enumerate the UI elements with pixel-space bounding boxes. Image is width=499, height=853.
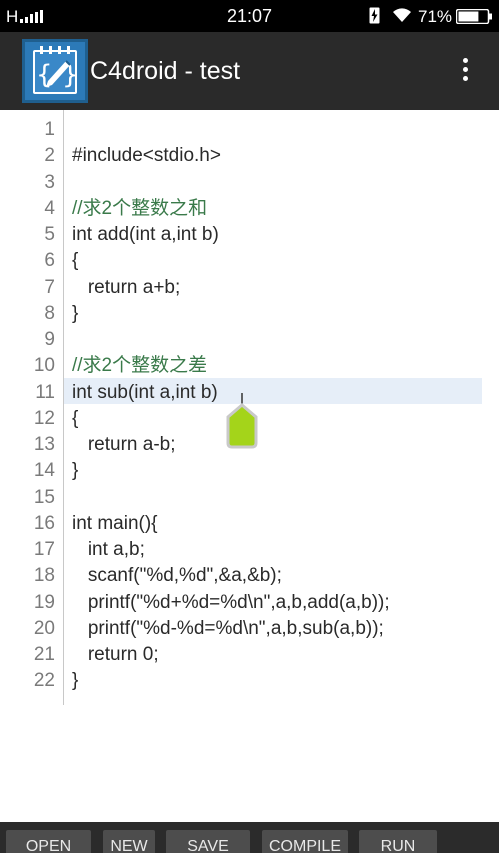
- line-number: 5: [44, 224, 55, 245]
- code-text: }: [72, 302, 79, 324]
- line-number: 6: [44, 250, 55, 272]
- code-line[interactable]: 5 int add(int a,int b): [0, 222, 499, 248]
- c4droid-logo-icon: { }: [22, 39, 88, 103]
- battery-icon: [456, 9, 492, 24]
- code-line[interactable]: 15: [0, 485, 499, 511]
- line-number: 22: [33, 670, 55, 692]
- line-number: 21: [33, 644, 55, 665]
- app-title: C4droid - test: [90, 57, 241, 85]
- line-number: 12: [33, 407, 55, 429]
- code-line[interactable]: 8}: [0, 301, 499, 327]
- save-button[interactable]: SAVE: [166, 830, 250, 853]
- code-text: return a+b;: [72, 276, 181, 298]
- code-line[interactable]: 14}: [0, 458, 499, 484]
- code-line[interactable]: 1: [0, 117, 499, 143]
- new-button[interactable]: NEW: [103, 830, 155, 853]
- line-number: 14: [33, 460, 55, 482]
- code-line[interactable]: 3: [0, 170, 499, 196]
- code-line[interactable]: 22}: [0, 668, 499, 694]
- compile-button[interactable]: COMPILE: [262, 830, 348, 853]
- code-text: int a,b;: [72, 539, 145, 560]
- line-number: 9: [44, 329, 55, 350]
- code-text: int main(){: [72, 512, 158, 534]
- line-number: 4: [44, 197, 55, 219]
- line-number: 10: [33, 355, 55, 377]
- run-button[interactable]: RUN: [359, 830, 437, 853]
- code-text: return a-b;: [72, 434, 176, 455]
- overflow-menu-icon[interactable]: [456, 56, 474, 86]
- code-text: #include<stdio.h>: [72, 145, 221, 167]
- code-line[interactable]: 10 //求2个整数之差: [0, 353, 499, 379]
- line-number: 17: [33, 539, 55, 560]
- code-line[interactable]: 9: [0, 327, 499, 353]
- line-number: 11: [35, 381, 55, 403]
- code-line[interactable]: 21 return 0;: [0, 642, 499, 668]
- line-number: 18: [33, 565, 55, 587]
- code-text: scanf("%d,%d",&a,&b);: [72, 565, 282, 587]
- app-bar: { } C4droid - test: [0, 32, 499, 110]
- wifi-icon: [393, 8, 411, 22]
- code-line[interactable]: 2 #include<stdio.h>: [0, 143, 499, 169]
- code-line[interactable]: 7 return a+b;: [0, 275, 499, 301]
- code-text: }: [72, 460, 79, 482]
- bottom-action-bar: OPEN NEW SAVE COMPILE RUN: [0, 822, 499, 853]
- code-line[interactable]: 16 int main(){: [0, 511, 499, 537]
- line-number: 3: [44, 171, 55, 193]
- code-text: printf("%d+%d=%d\n",a,b,add(a,b));: [72, 591, 390, 613]
- line-number: 19: [33, 591, 55, 613]
- code-comment: //求2个整数之和: [72, 197, 208, 219]
- code-comment: //求2个整数之差: [72, 355, 208, 377]
- line-number: 13: [33, 434, 55, 455]
- line-number: 2: [44, 145, 55, 167]
- battery-percent: 71%: [418, 7, 453, 26]
- code-text: printf("%d-%d=%d\n",a,b,sub(a,b));: [72, 617, 384, 639]
- code-line[interactable]: 17 int a,b;: [0, 537, 499, 563]
- code-text: int add(int a,int b): [72, 224, 219, 245]
- line-number: 16: [33, 512, 55, 534]
- code-text: }: [72, 670, 79, 692]
- charging-bolt-icon: [369, 7, 380, 24]
- code-line[interactable]: 4 //求2个整数之和: [0, 196, 499, 222]
- line-number: 1: [44, 119, 55, 140]
- code-text: {: [72, 407, 79, 429]
- line-number: 15: [33, 486, 55, 508]
- line-number: 20: [33, 617, 55, 639]
- status-bar: H 21:07 71%: [0, 0, 499, 32]
- line-number: 7: [44, 276, 55, 298]
- code-text: return 0;: [72, 644, 159, 665]
- code-line[interactable]: 6{: [0, 248, 499, 274]
- code-line[interactable]: 19 printf("%d+%d=%d\n",a,b,add(a,b));: [0, 590, 499, 616]
- line-number: 8: [44, 302, 55, 324]
- code-text: int sub(int a,int b): [72, 381, 218, 403]
- open-button[interactable]: OPEN: [6, 830, 91, 853]
- code-line[interactable]: 20 printf("%d-%d=%d\n",a,b,sub(a,b));: [0, 616, 499, 642]
- code-line[interactable]: 18 scanf("%d,%d",&a,&b);: [0, 563, 499, 589]
- code-editor[interactable]: 1 2 #include<stdio.h> 3 4//求2个整数之和 5 int add(i…: [0, 110, 499, 822]
- text-cursor-handle[interactable]: [224, 393, 260, 449]
- code-text: {: [72, 250, 79, 272]
